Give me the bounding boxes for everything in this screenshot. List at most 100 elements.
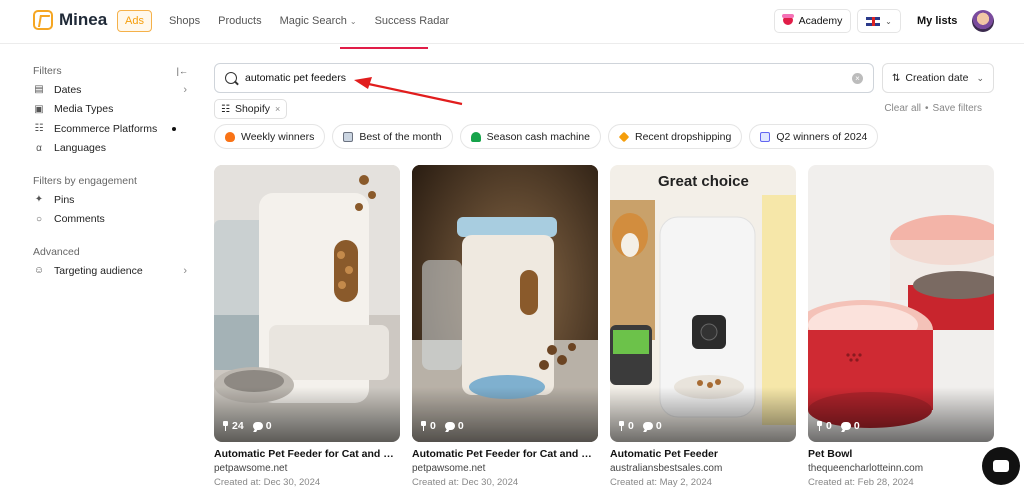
nav-products[interactable]: Products: [209, 10, 270, 32]
ad-domain[interactable]: petpawsome.net: [214, 463, 400, 474]
quick-filter-recent-dropshipping[interactable]: Recent dropshipping: [607, 124, 743, 149]
quick-filter-label: Weekly winners: [241, 130, 315, 143]
thumb-gradient: [412, 387, 598, 442]
annotation-arrow: [354, 77, 463, 106]
nav-success-radar[interactable]: Success Radar: [366, 10, 459, 32]
ad-thumbnail[interactable]: 0 0: [808, 165, 994, 442]
language-selector[interactable]: ⌄: [857, 9, 901, 33]
filter-dates[interactable]: ▤ Dates ›: [33, 80, 193, 100]
ad-title[interactable]: Pet Bowl: [808, 448, 994, 460]
pins-count: 24: [232, 420, 244, 432]
comments-stat: 0: [642, 420, 662, 432]
comments-count: 0: [655, 420, 662, 432]
user-icon: ☺: [33, 265, 45, 277]
search-input[interactable]: [245, 72, 825, 84]
quick-filter-q2-winners[interactable]: Q2 winners of 2024: [749, 124, 879, 149]
quick-filter-label: Best of the month: [359, 130, 442, 143]
chevron-down-icon: ⌄: [885, 16, 892, 26]
ad-thumbnail[interactable]: Great choice 0 0: [610, 165, 796, 442]
quick-filter-weekly-winners[interactable]: Weekly winners: [214, 124, 326, 149]
pin-icon: [816, 421, 823, 431]
brand-logo[interactable]: Minea: [33, 10, 107, 30]
chevron-down-icon: ⌄: [349, 17, 357, 26]
quick-filter-season-cash-machine[interactable]: Season cash machine: [459, 124, 601, 149]
ad-domain[interactable]: petpawsome.net: [412, 463, 598, 474]
ad-card[interactable]: 0 0 Pet Bowl thequeencharlotteinn.com Cr…: [808, 165, 994, 488]
clear-search-icon[interactable]: ×: [852, 73, 863, 84]
clear-all-link[interactable]: Clear all: [884, 103, 921, 114]
ad-domain[interactable]: thequeencharlotteinn.com: [808, 463, 994, 474]
filter-media-types-label: Media Types: [54, 103, 114, 116]
ad-created-date: Created at: Dec 30, 2024: [412, 477, 519, 488]
remove-filter-icon[interactable]: ×: [275, 104, 280, 114]
avatar[interactable]: [972, 10, 994, 32]
comments-count: 0: [457, 420, 464, 432]
filter-comments[interactable]: ○ Comments: [33, 210, 193, 230]
filter-media-types[interactable]: ▣ Media Types: [33, 100, 193, 120]
pin-icon: [618, 421, 625, 431]
filter-pins[interactable]: ✦ Pins: [33, 190, 193, 210]
sort-label: Creation date: [905, 72, 969, 84]
comment-icon: [444, 422, 455, 430]
filter-actions: Clear all • Save filters: [884, 103, 982, 114]
ad-title[interactable]: Automatic Pet Feeder for Cat and Do...: [412, 448, 598, 460]
ad-card[interactable]: 24 0 Automatic Pet Feeder for Cat and Do…: [214, 165, 400, 488]
nav-magic-search[interactable]: Magic Search ⌄: [271, 10, 366, 32]
ad-created-date: Created at: May 2, 2024: [610, 477, 712, 488]
sort-dropdown[interactable]: ⇅ Creation date ⌄: [882, 63, 994, 93]
quick-filter-best-of-month[interactable]: Best of the month: [332, 124, 453, 149]
comments-stat: 0: [252, 420, 272, 432]
nav-shops[interactable]: Shops: [160, 10, 209, 32]
comment-icon: [840, 422, 851, 430]
chevron-right-icon: ›: [183, 83, 187, 96]
cart-icon: ☷: [221, 103, 230, 115]
ad-title[interactable]: Automatic Pet Feeder for Cat and Do...: [214, 448, 400, 460]
quick-filter-label: Season cash machine: [486, 130, 590, 143]
brand-name: Minea: [59, 10, 108, 29]
my-lists-link[interactable]: My lists: [917, 15, 957, 27]
ad-card[interactable]: 0 0 Automatic Pet Feeder for Cat and Do.…: [412, 165, 598, 488]
advanced-title: Advanced: [33, 246, 80, 258]
nav-highlight-underline: [340, 47, 428, 49]
nav-magic-search-label: Magic Search: [279, 15, 347, 27]
ad-results-grid: 24 0 Automatic Pet Feeder for Cat and Do…: [214, 165, 994, 488]
minea-logo-icon: [33, 10, 53, 30]
ad-thumbnail[interactable]: 24 0: [214, 165, 400, 442]
sparkle-icon: [618, 131, 630, 142]
active-filter-chip[interactable]: ☷ Shopify ×: [214, 99, 288, 119]
calendar-icon: [760, 131, 771, 142]
ad-title[interactable]: Automatic Pet Feeder: [610, 448, 796, 460]
active-filter-dot: [172, 126, 176, 131]
ad-thumbnail[interactable]: 0 0: [412, 165, 598, 442]
filter-languages[interactable]: α Languages: [33, 139, 193, 159]
ad-stats: 0 0: [618, 420, 662, 432]
save-filters-link[interactable]: Save filters: [933, 103, 982, 114]
filters-title: Filters: [33, 65, 62, 77]
academy-button[interactable]: Academy: [774, 9, 851, 33]
pin-icon: [420, 421, 427, 431]
filter-ecommerce-platforms[interactable]: ☷ Ecommerce Platforms: [33, 119, 193, 139]
pins-count: 0: [430, 420, 436, 432]
fire-icon: [225, 131, 235, 142]
collapse-sidebar-icon[interactable]: |←: [177, 66, 188, 76]
active-filter-label: Shopify: [234, 103, 270, 115]
ad-domain[interactable]: australiansbestsales.com: [610, 463, 796, 474]
sort-icon: ⇅: [892, 72, 901, 84]
comments-stat: 0: [444, 420, 464, 432]
ad-created-date: Created at: Dec 30, 2024: [214, 477, 321, 488]
chart-icon: [343, 131, 354, 142]
nav-ads[interactable]: Ads: [117, 10, 152, 32]
chat-support-button[interactable]: [982, 447, 1020, 485]
engagement-title: Filters by engagement: [33, 175, 137, 187]
academy-label: Academy: [798, 15, 843, 27]
palm-icon: [470, 131, 481, 142]
engagement-header: Filters by engagement: [33, 172, 193, 190]
ad-stats: 24 0: [222, 420, 272, 432]
filter-targeting-audience[interactable]: ☺ Targeting audience ›: [33, 261, 193, 281]
video-icon: ▣: [34, 103, 44, 115]
pin-icon: [222, 421, 229, 431]
chevron-down-icon: ⌄: [976, 72, 984, 83]
filter-targeting-audience-label: Targeting audience: [54, 264, 143, 277]
filter-dates-label: Dates: [54, 83, 82, 96]
ad-card[interactable]: Great choice 0 0 Automatic Pet Feeder au…: [610, 165, 796, 488]
